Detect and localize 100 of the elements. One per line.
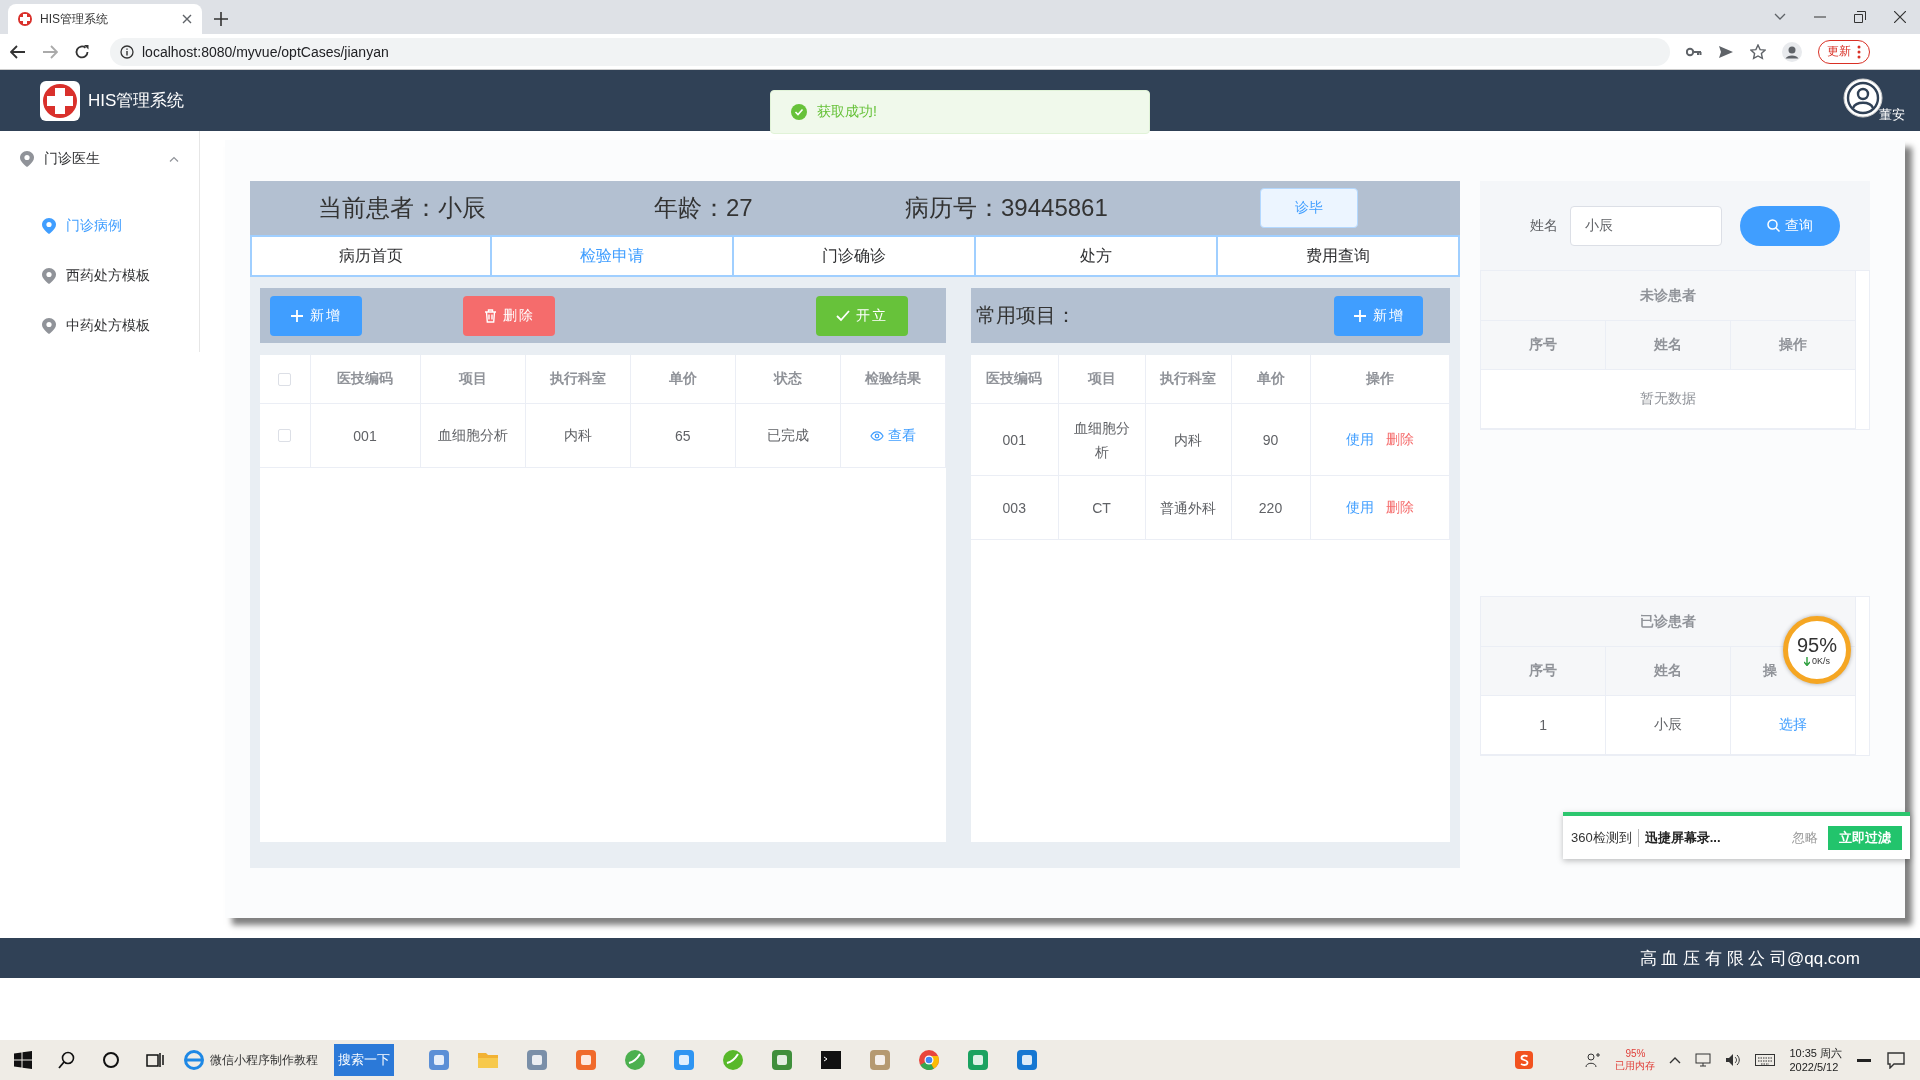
eye-icon (869, 430, 884, 441)
delete-link[interactable]: 删除 (1385, 498, 1414, 515)
column-header: 操作 (1310, 355, 1450, 404)
use-link[interactable]: 使用 (1345, 498, 1374, 515)
browser-tab[interactable]: HIS管理系统 (8, 4, 202, 34)
success-check-icon (791, 104, 807, 120)
location-pin-icon (42, 268, 56, 284)
send-icon[interactable] (1718, 44, 1734, 59)
table-cell: 内科 (525, 403, 631, 468)
close-icon[interactable] (182, 14, 192, 24)
trash-icon (483, 308, 497, 323)
footer-text: 高 血 压 有 限 公 司@qq.com (1639, 947, 1860, 970)
plus-icon (290, 308, 304, 323)
tab[interactable]: 费用查询 (1216, 235, 1460, 277)
taskbar-search-button[interactable]: 搜索一下 (334, 1044, 394, 1076)
close-icon[interactable] (1894, 11, 1906, 23)
select-link[interactable]: 选择 (1779, 716, 1808, 732)
name-input[interactable]: 小辰 (1570, 205, 1722, 246)
new-tab-icon[interactable] (214, 12, 228, 26)
sidebar-item[interactable]: 中药处方模板 (0, 301, 199, 351)
column-header: 检验结果 (840, 355, 946, 404)
app-title: HIS管理系统 (88, 90, 185, 112)
caret-down-icon[interactable] (1774, 13, 1786, 21)
network-icon[interactable] (1695, 1053, 1712, 1067)
restore-icon[interactable] (1854, 11, 1866, 23)
ignore-link[interactable]: 忽略 (1792, 828, 1818, 847)
table-cell: 已完成 (735, 403, 841, 468)
back-arrow-icon[interactable] (10, 44, 26, 59)
table-cell: 90 (1231, 403, 1310, 476)
table-cell: 220 (1231, 475, 1310, 540)
key-icon[interactable] (1686, 46, 1702, 57)
table-cell: 内科 (1145, 403, 1231, 476)
column-header: 项目 (420, 355, 526, 404)
address-bar[interactable]: localhost:8080/myvue/optCases/jianyan (110, 37, 1670, 66)
search-icon (1767, 219, 1780, 232)
tab[interactable]: 病历首页 (250, 235, 492, 277)
taskbar-clock[interactable]: 10:35 周六 2022/5/12 (1789, 1046, 1842, 1074)
caret-up-icon[interactable] (1669, 1056, 1682, 1064)
checkbox[interactable] (278, 372, 292, 386)
tab[interactable]: 检验申请 (490, 235, 734, 277)
patient-age: 年龄：27 (654, 193, 754, 223)
location-pin-icon (42, 318, 56, 334)
search-button[interactable]: 查询 (1740, 205, 1840, 246)
down-arrow-icon (1804, 656, 1810, 666)
app-icon[interactable] (819, 1049, 842, 1071)
checkbox[interactable] (278, 429, 292, 442)
memory-indicator[interactable]: 95% 已用内存 (1615, 1048, 1656, 1072)
finish-button[interactable]: 诊毕 (1260, 188, 1358, 228)
keyboard-icon[interactable] (1755, 1054, 1776, 1066)
field-label: 姓名 (1530, 216, 1558, 235)
check-icon (836, 309, 850, 322)
cross-logo-icon (40, 80, 80, 121)
view-link[interactable]: 查看 (869, 426, 916, 445)
person-icon[interactable] (1585, 1052, 1602, 1068)
reload-icon[interactable] (74, 43, 90, 60)
windows-logo-icon[interactable] (14, 1051, 32, 1069)
issue-button[interactable]: 开立 (816, 295, 908, 336)
column-header: 序号 (1481, 646, 1606, 696)
table-cell: 小辰 (1605, 695, 1731, 755)
update-button[interactable]: 更新 (1818, 39, 1870, 64)
table-cell: 血细胞分析 (1058, 403, 1145, 476)
delete-link[interactable]: 删除 (1385, 430, 1414, 447)
task-view-icon[interactable] (146, 1051, 164, 1069)
tab[interactable]: 门诊确诊 (732, 235, 976, 277)
table-cell: 普通外科 (1145, 475, 1231, 540)
add-button[interactable]: 新增 (270, 295, 362, 336)
column-header: 医技编码 (310, 355, 420, 404)
table-cell: 65 (630, 403, 736, 468)
filter-button[interactable]: 立即过滤 (1828, 825, 1902, 850)
cross-logo-icon (18, 12, 32, 26)
add-button[interactable]: 新增 (1334, 295, 1423, 336)
record-number: 病历号：39445861 (905, 193, 1108, 223)
more-icon (1857, 44, 1861, 59)
sogou-s-icon[interactable] (1515, 1051, 1534, 1069)
column-header: 执行科室 (525, 355, 631, 404)
empty-message: 暂无数据 (1481, 369, 1856, 429)
star-icon[interactable] (1750, 43, 1766, 60)
column-header: 项目 (1058, 355, 1145, 404)
column-header: 姓名 (1605, 646, 1731, 696)
search-icon[interactable] (58, 1051, 76, 1069)
profile-icon[interactable] (1782, 41, 1802, 62)
info-icon (120, 44, 134, 59)
sidebar-item[interactable]: 门诊病例 (0, 201, 199, 251)
popup-message: 360检测到 (1571, 828, 1639, 847)
column-header: 执行科室 (1145, 355, 1231, 404)
table-cell: CT (1058, 475, 1145, 540)
plus-icon (1352, 308, 1367, 323)
taskbar-search-box[interactable]: 微信小程序制作教程 (210, 1051, 328, 1069)
volume-icon[interactable] (1725, 1053, 1742, 1067)
column-header: 操作 (1730, 320, 1856, 370)
delete-button[interactable]: 删除 (463, 295, 555, 336)
tab[interactable]: 处方 (974, 235, 1218, 277)
patient-name: 当前患者：小辰 (318, 193, 487, 223)
use-link[interactable]: 使用 (1345, 430, 1374, 447)
browser-e-icon[interactable] (184, 1050, 204, 1070)
sidebar-item[interactable]: 西药处方模板 (0, 251, 199, 301)
column-header: 医技编码 (971, 355, 1058, 404)
app-name: 迅捷屏幕录... (1644, 828, 1721, 847)
table-cell: 1 (1481, 695, 1606, 755)
circle-icon[interactable] (102, 1051, 120, 1069)
